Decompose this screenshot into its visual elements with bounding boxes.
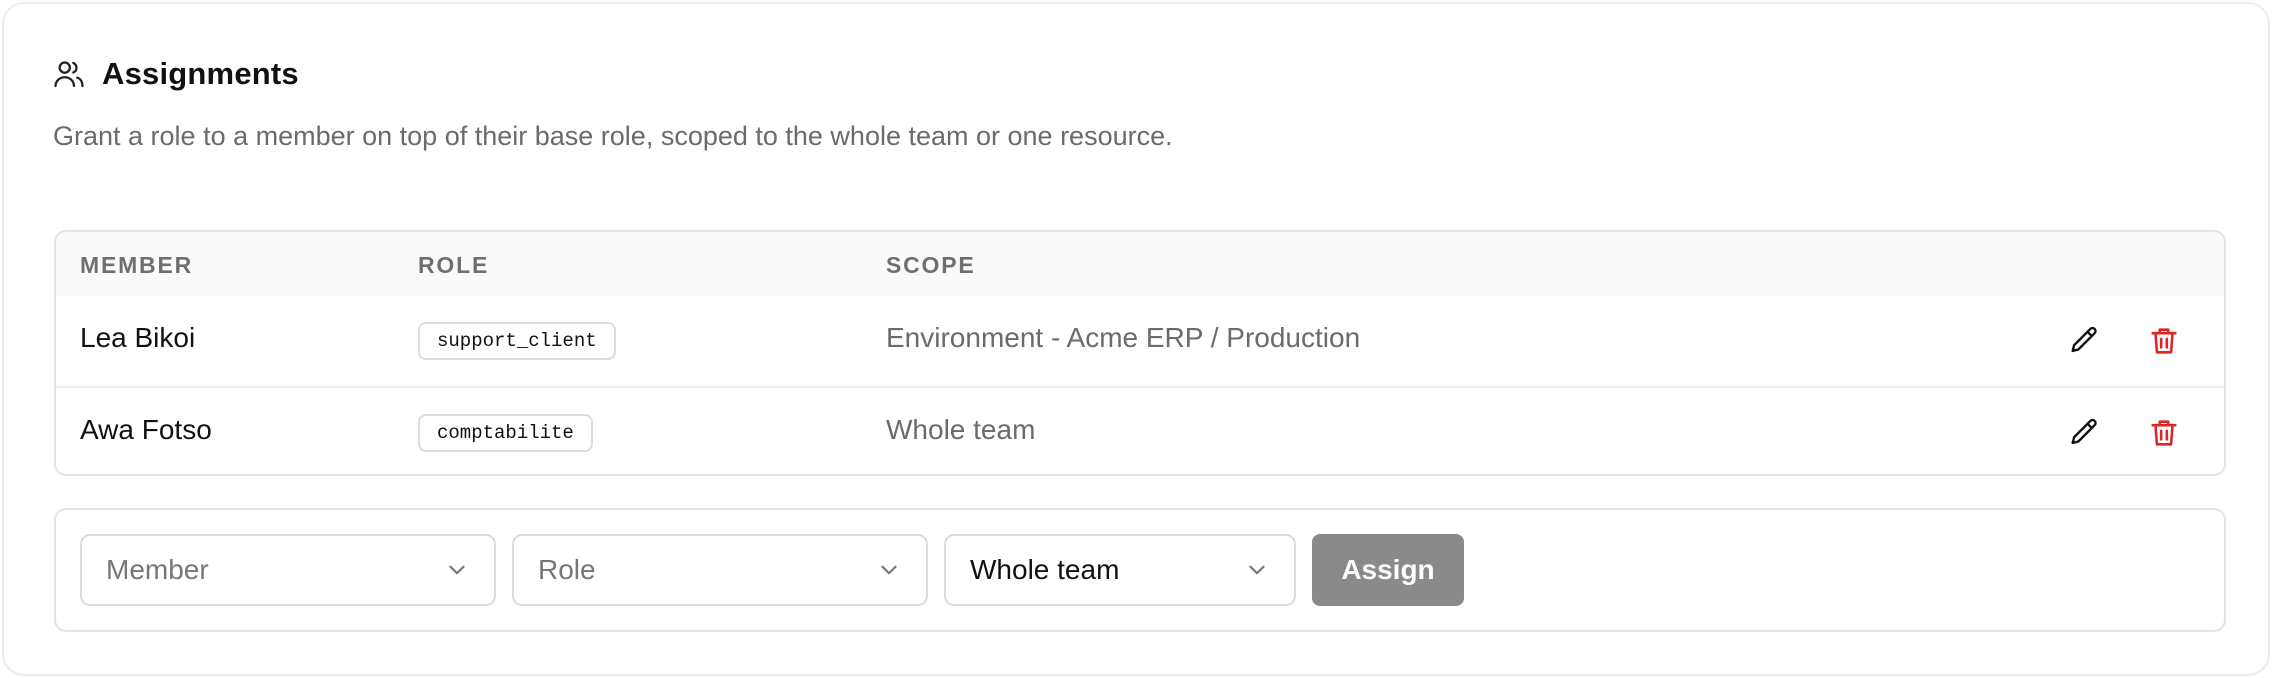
chevron-down-icon: [1244, 557, 1270, 583]
delete-button[interactable]: [2145, 414, 2183, 452]
table-row: Awa Fotso comptabilite Whole team: [56, 386, 2224, 474]
scope-text: Environment - Acme ERP / Production: [886, 322, 1361, 353]
column-header-scope: SCOPE: [886, 252, 976, 278]
scope-select-value: Whole team: [970, 554, 1120, 585]
edit-button[interactable]: [2065, 414, 2103, 452]
card-header: Assignments: [52, 56, 299, 92]
scope-select[interactable]: Whole team: [944, 534, 1296, 606]
member-name: Lea Bikoi: [80, 322, 196, 353]
table-header: MEMBER ROLE SCOPE: [56, 232, 2224, 296]
role-badge: support_client: [418, 322, 616, 360]
users-icon: [52, 57, 86, 91]
column-header-role: ROLE: [418, 252, 490, 278]
trash-icon: [2151, 420, 2177, 446]
assignments-table: MEMBER ROLE SCOPE Lea Bikoi support_clie…: [54, 230, 2226, 476]
column-header-member: MEMBER: [80, 252, 194, 278]
assign-form: Member Role Whole team Assign: [54, 508, 2226, 632]
role-badge: comptabilite: [418, 414, 593, 452]
page-title: Assignments: [102, 56, 299, 91]
edit-button[interactable]: [2065, 322, 2103, 360]
role-select[interactable]: Role: [512, 534, 928, 606]
pencil-icon: [2071, 418, 2097, 445]
chevron-down-icon: [444, 557, 470, 583]
member-name: Awa Fotso: [80, 414, 212, 445]
delete-button[interactable]: [2145, 322, 2183, 360]
page-description: Grant a role to a member on top of their…: [53, 121, 1173, 151]
member-select[interactable]: Member: [80, 534, 496, 606]
scope-text: Whole team: [886, 414, 1036, 445]
member-select-placeholder: Member: [106, 554, 209, 585]
table-row: Lea Bikoi support_client Environment - A…: [56, 296, 2224, 386]
trash-icon: [2151, 328, 2177, 354]
role-select-placeholder: Role: [538, 554, 596, 585]
pencil-icon: [2071, 326, 2097, 353]
assign-button[interactable]: Assign: [1312, 534, 1464, 606]
chevron-down-icon: [876, 557, 902, 583]
assignments-card: Assignments Grant a role to a member on …: [2, 2, 2270, 676]
